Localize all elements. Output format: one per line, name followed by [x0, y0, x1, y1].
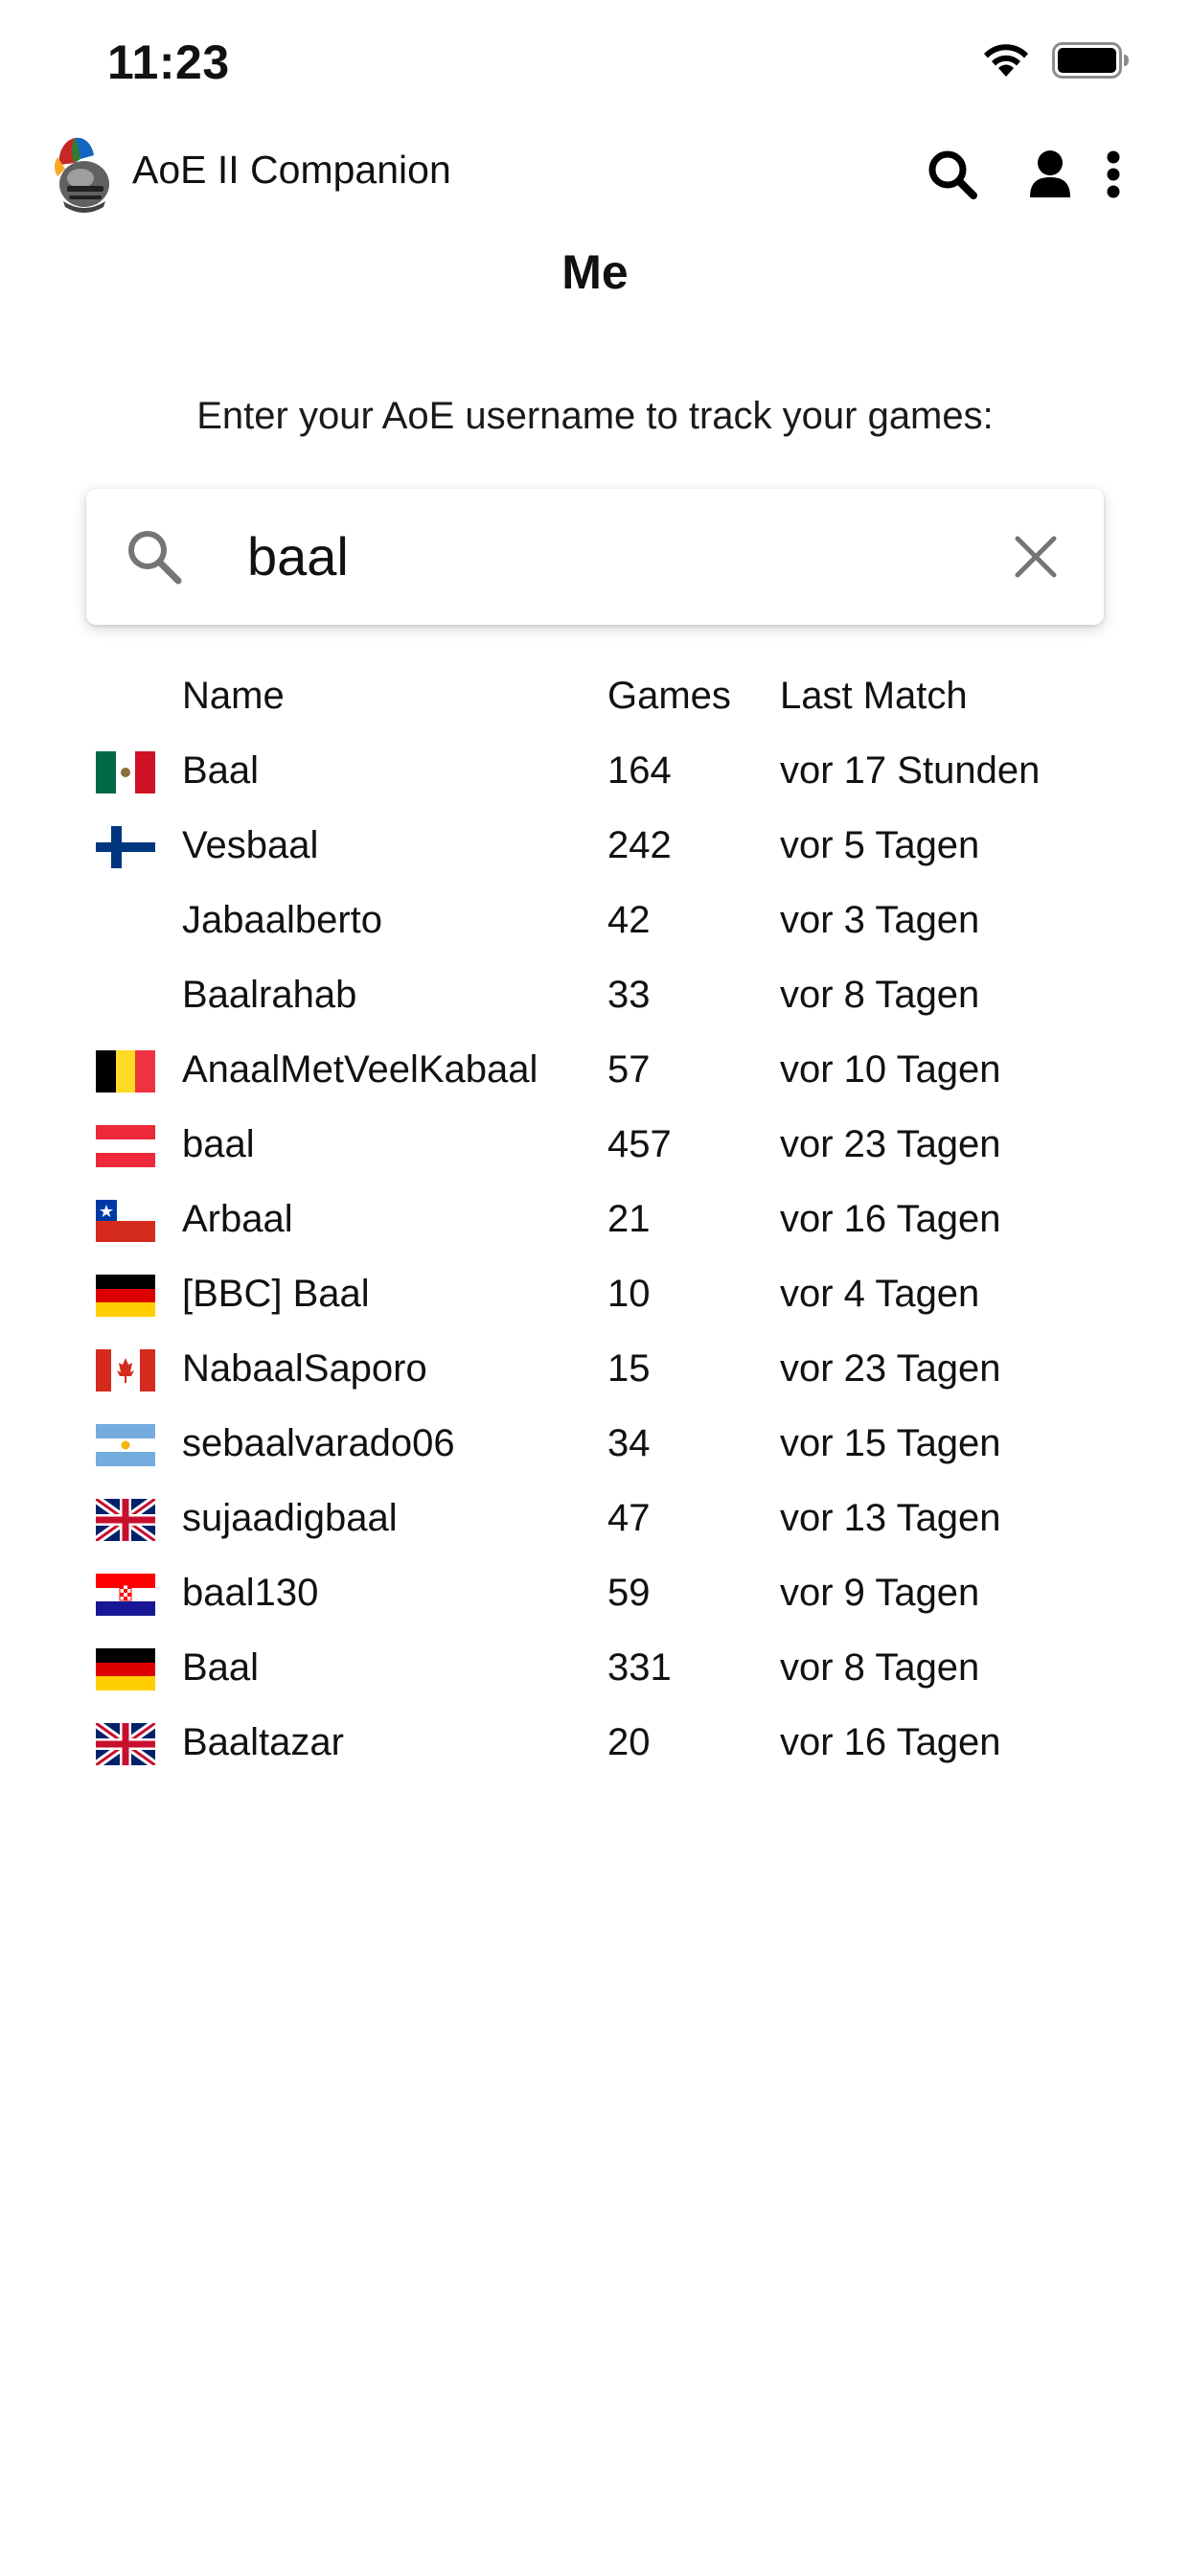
- table-row[interactable]: Vesbaal 242 vor 5 Tagen: [0, 811, 1190, 886]
- table-row[interactable]: Jabaalberto 42 vor 3 Tagen: [0, 886, 1190, 960]
- profile-button[interactable]: [1019, 144, 1081, 205]
- status-icons: [981, 42, 1131, 79]
- search-icon: [125, 527, 184, 586]
- games-count: 59: [607, 1572, 651, 1614]
- last-match: vor 23 Tagen: [780, 1347, 1001, 1390]
- table-row[interactable]: sujaadigbaal 47 vor 13 Tagen: [0, 1484, 1190, 1558]
- player-name: Baalrahab: [182, 974, 357, 1016]
- flag-be-icon: [96, 1050, 155, 1092]
- person-icon: [1028, 150, 1072, 199]
- username-search-input[interactable]: [247, 518, 975, 594]
- last-match: vor 16 Tagen: [780, 1198, 1001, 1240]
- games-count: 331: [607, 1646, 672, 1689]
- games-count: 242: [607, 824, 672, 866]
- last-match: vor 4 Tagen: [780, 1273, 980, 1315]
- player-name: NabaalSaporo: [182, 1347, 427, 1390]
- last-match: vor 16 Tagen: [780, 1721, 1001, 1763]
- status-time: 11:23: [107, 35, 230, 89]
- games-count: 34: [607, 1422, 651, 1464]
- flag-de-icon: [96, 1648, 155, 1690]
- table-row[interactable]: baal130 59 vor 9 Tagen: [0, 1558, 1190, 1633]
- games-count: 15: [607, 1347, 651, 1390]
- wifi-icon: [981, 42, 1031, 79]
- search-icon: [926, 148, 979, 201]
- flag-at-icon: [96, 1125, 155, 1167]
- flag-mx-icon: [96, 751, 155, 794]
- player-name: Jabaalberto: [182, 899, 383, 941]
- player-name: AnaalMetVeelKabaal: [182, 1048, 538, 1091]
- table-row[interactable]: NabaalSaporo 15 vor 23 Tagen: [0, 1334, 1190, 1409]
- last-match: vor 15 Tagen: [780, 1422, 1001, 1464]
- last-match: vor 8 Tagen: [780, 974, 980, 1016]
- player-name: baal: [182, 1123, 255, 1165]
- flag-hr-icon: [96, 1574, 155, 1616]
- username-prompt: Enter your AoE username to track your ga…: [196, 395, 994, 437]
- last-match: vor 17 Stunden: [780, 749, 1041, 792]
- flag-empty: [96, 901, 155, 943]
- games-count: 20: [607, 1721, 651, 1763]
- clear-icon[interactable]: [1010, 531, 1062, 583]
- table-row[interactable]: sebaalvarado06 34 vor 15 Tagen: [0, 1409, 1190, 1484]
- player-name: Baaltazar: [182, 1721, 344, 1763]
- search-button[interactable]: [922, 144, 983, 205]
- table-header: Name Games Last Match: [0, 661, 1190, 736]
- table-row[interactable]: baal 457 vor 23 Tagen: [0, 1110, 1190, 1184]
- app-bar: AoE II Companion: [0, 125, 1190, 220]
- last-match: vor 3 Tagen: [780, 899, 980, 941]
- player-name: Baal: [182, 749, 260, 792]
- games-count: 47: [607, 1497, 651, 1539]
- last-match: vor 13 Tagen: [780, 1497, 1001, 1539]
- flag-gb-icon: [96, 1723, 155, 1765]
- player-name: Arbaal: [182, 1198, 293, 1240]
- column-header-last-match: Last Match: [780, 675, 968, 717]
- last-match: vor 9 Tagen: [780, 1572, 980, 1614]
- player-name: Vesbaal: [182, 824, 319, 866]
- player-name: [BBC] Baal: [182, 1273, 370, 1315]
- table-row[interactable]: AnaalMetVeelKabaal 57 vor 10 Tagen: [0, 1035, 1190, 1110]
- player-name: sujaadigbaal: [182, 1497, 398, 1539]
- app-title: AoE II Companion: [132, 148, 451, 192]
- flag-gb-icon: [96, 1499, 155, 1541]
- games-count: 457: [607, 1123, 672, 1165]
- table-row[interactable]: [BBC] Baal 10 vor 4 Tagen: [0, 1259, 1190, 1334]
- more-vertical-icon: [1106, 150, 1121, 198]
- app-logo-icon: [46, 130, 117, 213]
- games-count: 164: [607, 749, 672, 792]
- flag-fi-icon: [96, 826, 155, 868]
- flag-ca-icon: [96, 1349, 155, 1392]
- table-row[interactable]: Baal 331 vor 8 Tagen: [0, 1633, 1190, 1708]
- player-name: sebaalvarado06: [182, 1422, 455, 1464]
- last-match: vor 10 Tagen: [780, 1048, 1001, 1091]
- flag-cl-icon: [96, 1200, 155, 1242]
- player-name: baal130: [182, 1572, 319, 1614]
- flag-empty: [96, 976, 155, 1018]
- table-row[interactable]: Arbaal 21 vor 16 Tagen: [0, 1184, 1190, 1259]
- results-table: Name Games Last Match Baal 164 vor 17 Stun…: [0, 661, 1190, 1782]
- table-row[interactable]: Baal 164 vor 17 Stunden: [0, 736, 1190, 811]
- more-button[interactable]: [1094, 144, 1133, 205]
- status-bar: 11:23: [0, 0, 1190, 134]
- games-count: 42: [607, 899, 651, 941]
- games-count: 21: [607, 1198, 651, 1240]
- battery-icon: [1052, 42, 1131, 79]
- column-header-games: Games: [607, 675, 731, 717]
- table-row[interactable]: Baalrahab 33 vor 8 Tagen: [0, 960, 1190, 1035]
- games-count: 10: [607, 1273, 651, 1315]
- last-match: vor 23 Tagen: [780, 1123, 1001, 1165]
- player-name: Baal: [182, 1646, 260, 1689]
- last-match: vor 5 Tagen: [780, 824, 980, 866]
- flag-ar-icon: [96, 1424, 155, 1466]
- page-title: Me: [561, 245, 629, 299]
- username-search-box: [86, 489, 1104, 625]
- games-count: 33: [607, 974, 651, 1016]
- column-header-name: Name: [182, 675, 285, 717]
- table-row[interactable]: Baaltazar 20 vor 16 Tagen: [0, 1708, 1190, 1782]
- last-match: vor 8 Tagen: [780, 1646, 980, 1689]
- flag-de-icon: [96, 1275, 155, 1317]
- games-count: 57: [607, 1048, 651, 1091]
